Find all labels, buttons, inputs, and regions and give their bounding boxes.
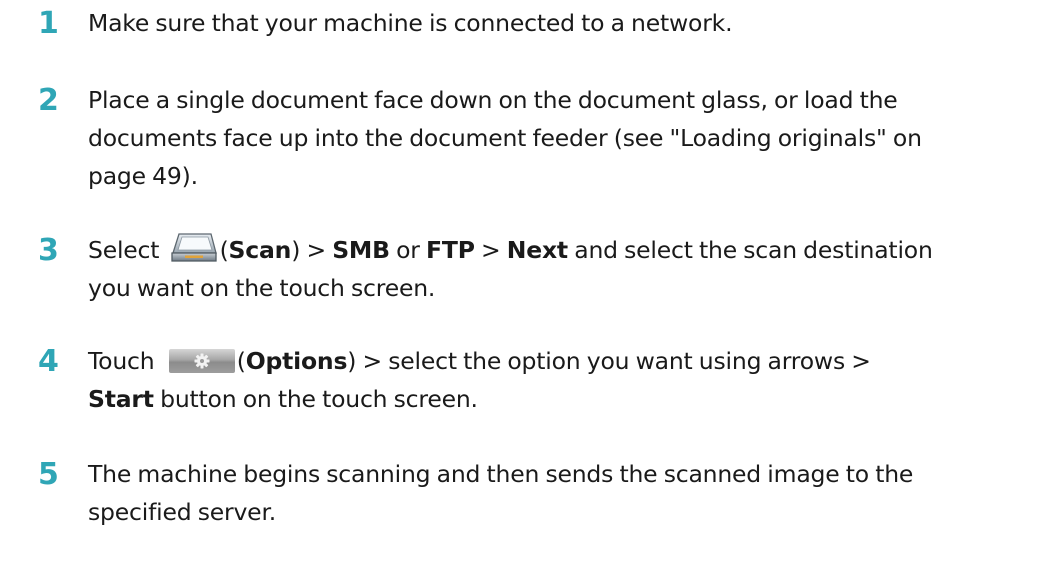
text-segment: > <box>300 236 333 264</box>
text-segment: > <box>474 236 507 264</box>
options-label: Options <box>245 347 348 375</box>
ftp-label: FTP <box>426 236 475 264</box>
text-segment: Select <box>88 236 166 264</box>
step-text-line: Place a single document face down on the… <box>88 86 898 114</box>
text-segment: ) <box>347 347 357 375</box>
gear-icon <box>194 353 210 369</box>
step-text-line: page 49). <box>88 162 198 190</box>
step-number: 2 <box>38 83 59 118</box>
scanner-icon <box>169 231 219 265</box>
step-text-line: documents face up into the document feed… <box>88 124 922 152</box>
step-number: 1 <box>38 6 59 41</box>
step-number: 5 <box>38 457 59 492</box>
text-segment: and select the scan destination <box>567 236 933 264</box>
step-text: Touch (Options) > select the option you … <box>88 342 1018 418</box>
step-text-line: Make sure that your machine is connected… <box>88 9 733 37</box>
text-segment: > select the option you want using arrow… <box>356 347 871 375</box>
start-label: Start <box>88 385 154 413</box>
options-button-icon <box>168 349 235 373</box>
text-segment: ) <box>291 236 301 264</box>
step-text: Select (Scan) > SMB or FTP > Next and se… <box>88 231 1018 307</box>
smb-label: SMB <box>332 236 390 264</box>
text-segment: Touch <box>88 347 161 375</box>
step-number: 4 <box>38 344 59 379</box>
step-text: Place a single document face down on the… <box>88 81 1018 195</box>
step-text: Make sure that your machine is connected… <box>88 4 1018 42</box>
step-text: The machine begins scanning and then sen… <box>88 455 1018 531</box>
step-text-line: The machine begins scanning and then sen… <box>88 460 914 488</box>
step-number: 3 <box>38 233 59 268</box>
step-text-line: you want on the touch screen. <box>88 274 436 302</box>
text-segment: button on the touch screen. <box>153 385 478 413</box>
text-segment: ( <box>219 236 229 264</box>
scan-label: Scan <box>228 236 292 264</box>
next-label: Next <box>506 236 568 264</box>
text-segment: ( <box>236 347 246 375</box>
step-text-line: specified server. <box>88 498 277 526</box>
text-segment: or <box>389 236 427 264</box>
